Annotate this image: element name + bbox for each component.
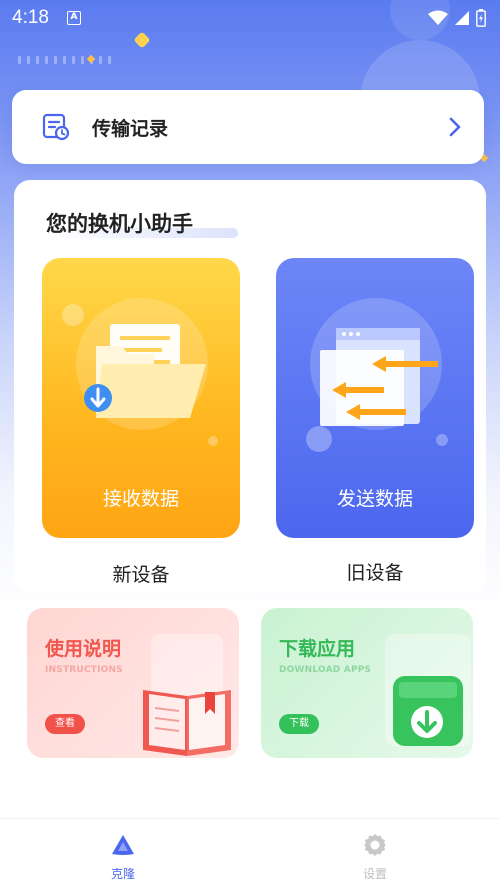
transfer-record-card[interactable]: 传输记录 xyxy=(12,90,484,164)
document-list-icon xyxy=(42,113,70,141)
send-data-card[interactable]: 发送数据 xyxy=(276,258,474,538)
window-send-icon xyxy=(320,328,438,426)
card-decor-dot xyxy=(436,434,448,446)
old-device-caption: 旧设备 xyxy=(346,562,404,584)
wifi-icon xyxy=(428,10,448,25)
receive-data-label: 接收数据 xyxy=(102,488,179,510)
notification-badge-icon: A xyxy=(66,11,81,25)
receive-data-card[interactable]: 接收数据 xyxy=(42,258,240,538)
nav-clone-label: 克隆 xyxy=(110,867,135,881)
nav-clone[interactable]: 克隆 xyxy=(88,833,158,882)
chevron-right-icon xyxy=(449,117,461,137)
instructions-card[interactable]: 使用说明 INSTRUCTIONS 查看 xyxy=(27,608,239,758)
card-decor-dot xyxy=(208,436,218,446)
nav-settings[interactable]: 设置 xyxy=(340,833,410,882)
nav-settings-label: 设置 xyxy=(362,867,387,881)
hero-decor-stripes xyxy=(18,56,111,64)
status-bar: 4:18 A xyxy=(0,0,500,36)
hero-decor-diamond xyxy=(86,54,96,64)
transfer-record-title: 传输记录 xyxy=(92,117,169,140)
folder-download-icon xyxy=(84,324,206,418)
triangle-logo-icon xyxy=(112,835,134,855)
bottom-navigation: 克隆 设置 xyxy=(0,818,500,888)
send-data-label: 发送数据 xyxy=(336,488,413,510)
new-device-caption: 新设备 xyxy=(112,564,170,586)
switch-helper-panel: 您的换机小助手 接收数据 新设备 发送数据 旧设备 xyxy=(14,180,486,592)
card-decor-dot xyxy=(62,304,84,326)
download-box-icon xyxy=(385,634,471,746)
status-time: 4:18 xyxy=(12,7,49,28)
battery-icon xyxy=(476,9,486,27)
download-subtitle: DOWNLOAD APPS xyxy=(279,665,372,675)
view-button[interactable]: 查看 xyxy=(45,714,85,734)
signal-icon xyxy=(455,11,469,25)
book-icon xyxy=(143,634,231,756)
instructions-title: 使用说明 xyxy=(45,638,122,660)
helper-title: 您的换机小助手 xyxy=(46,212,193,236)
download-apps-card[interactable]: 下载应用 DOWNLOAD APPS 下载 xyxy=(261,608,473,758)
instructions-subtitle: INSTRUCTIONS xyxy=(45,665,123,675)
gear-icon xyxy=(364,834,386,856)
download-button[interactable]: 下载 xyxy=(279,714,319,734)
download-title: 下载应用 xyxy=(279,638,356,660)
